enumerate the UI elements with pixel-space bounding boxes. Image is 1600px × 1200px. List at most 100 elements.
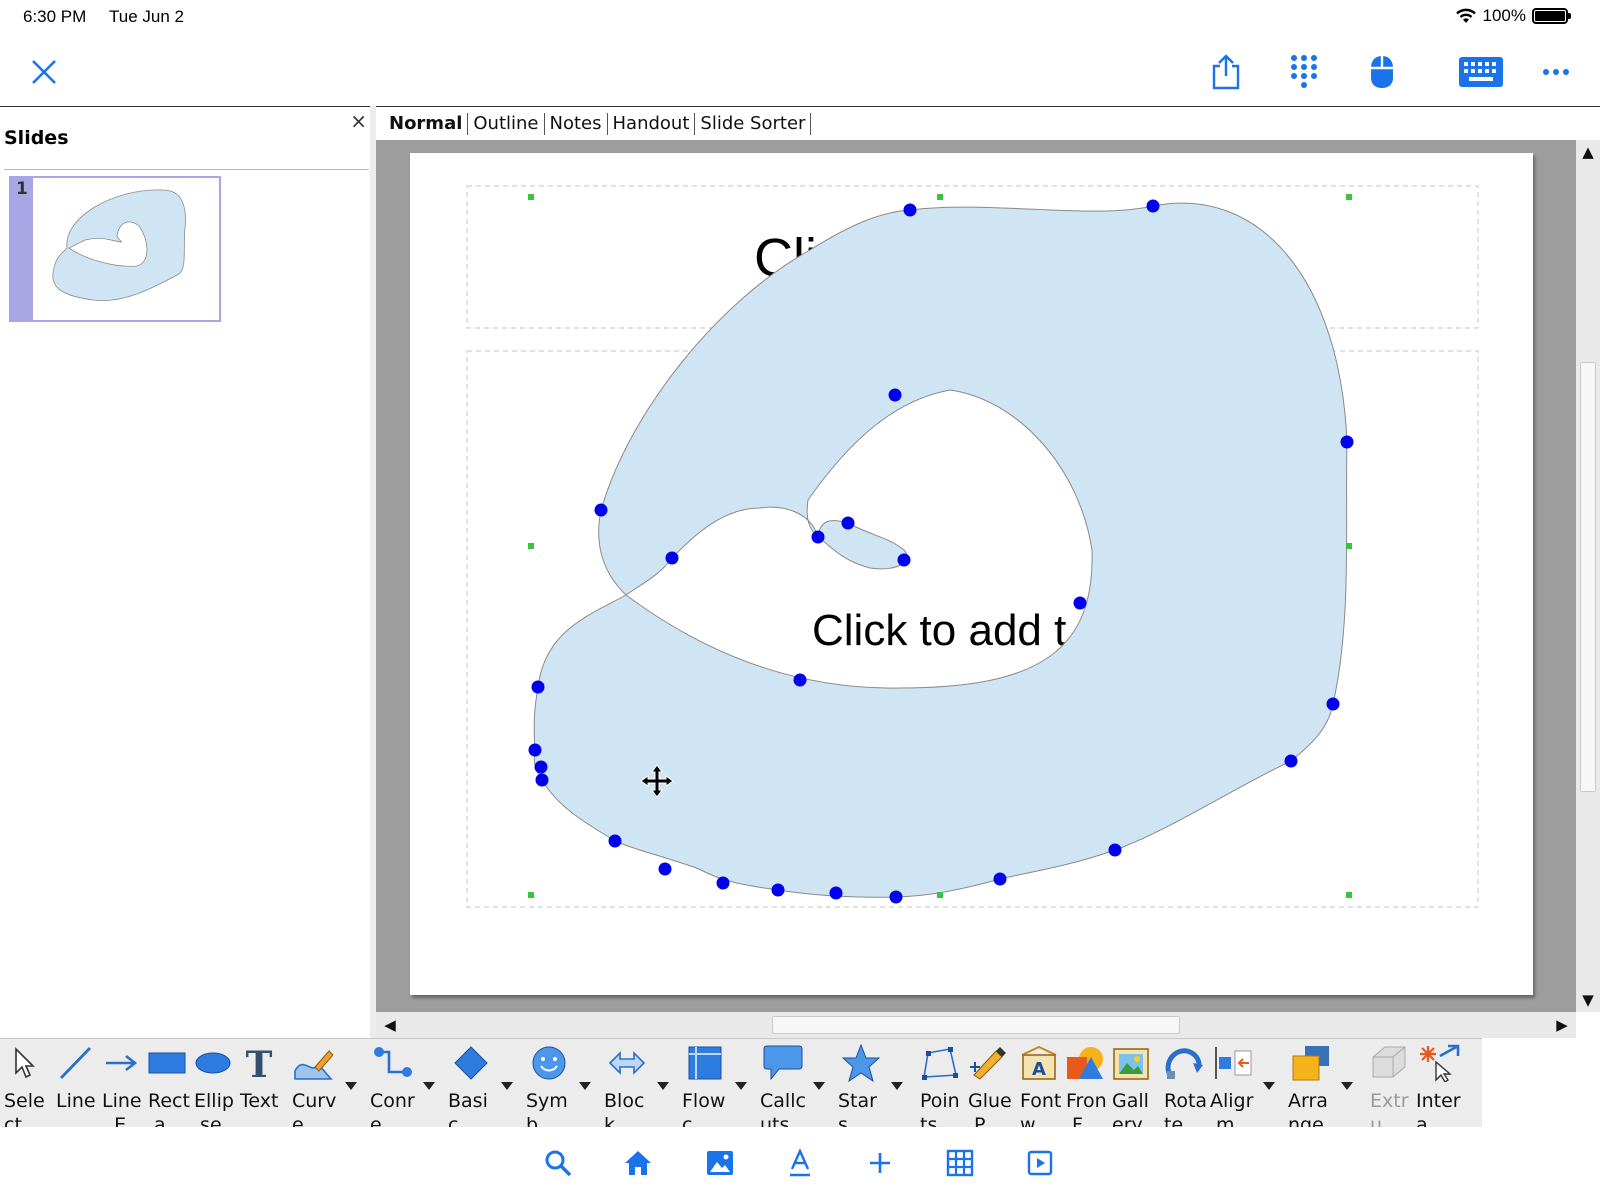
- tool-text[interactable]: T Text: [236, 1039, 282, 1128]
- slide-thumbnail[interactable]: 1: [9, 176, 221, 322]
- selection-handle[interactable]: [1346, 194, 1352, 200]
- callouts-dropdown[interactable]: [810, 1077, 828, 1095]
- edit-point[interactable]: [1108, 843, 1122, 857]
- search-button[interactable]: [540, 1145, 576, 1181]
- vertical-scrollbar[interactable]: ▲ ▼: [1576, 140, 1600, 1012]
- vertical-scroll-thumb[interactable]: [1580, 362, 1596, 792]
- scroll-down-icon[interactable]: ▼: [1578, 990, 1598, 1010]
- edit-point[interactable]: [829, 886, 843, 900]
- edit-point[interactable]: [665, 551, 679, 565]
- chevron-down-icon: [1341, 1082, 1353, 1090]
- slides-panel-close-icon[interactable]: ×: [350, 109, 367, 133]
- edit-point[interactable]: [534, 760, 548, 774]
- selection-handle[interactable]: [1346, 543, 1352, 549]
- edit-point[interactable]: [594, 503, 608, 517]
- edit-point[interactable]: [608, 834, 622, 848]
- table-button[interactable]: [942, 1145, 978, 1181]
- tool-stars[interactable]: Star s: [834, 1039, 888, 1136]
- share-button[interactable]: [1204, 50, 1248, 94]
- close-button[interactable]: [22, 50, 66, 94]
- tool-rectangle[interactable]: Rect a...: [144, 1039, 190, 1136]
- interaction-icon: [1420, 1044, 1460, 1082]
- rectangle-icon: [148, 1052, 186, 1074]
- symbol-shapes-dropdown[interactable]: [576, 1077, 594, 1095]
- tab-slide-sorter[interactable]: Slide Sorter: [695, 112, 812, 135]
- edit-point[interactable]: [811, 530, 825, 544]
- edit-point[interactable]: [771, 883, 785, 897]
- edit-point[interactable]: [993, 872, 1007, 886]
- stars-dropdown[interactable]: [888, 1077, 906, 1095]
- tool-flowchart[interactable]: Flow c...: [678, 1039, 732, 1136]
- scroll-left-icon[interactable]: ◀: [380, 1015, 400, 1035]
- selection-handle[interactable]: [937, 194, 943, 200]
- mouse-button[interactable]: [1360, 50, 1404, 94]
- edit-point[interactable]: [716, 876, 730, 890]
- selection-handle[interactable]: [528, 543, 534, 549]
- edit-point[interactable]: [528, 743, 542, 757]
- tool-block-arrows[interactable]: Bloc k ...: [600, 1039, 654, 1136]
- align-dropdown[interactable]: [1260, 1077, 1278, 1095]
- edit-point[interactable]: [841, 516, 855, 530]
- dialpad-button[interactable]: [1282, 50, 1326, 94]
- tool-arrange[interactable]: Arra nge: [1284, 1039, 1338, 1136]
- edit-point[interactable]: [1073, 596, 1087, 610]
- edit-point[interactable]: [1284, 754, 1298, 768]
- tool-ellipse[interactable]: Ellip se: [190, 1039, 236, 1136]
- selection-handle[interactable]: [528, 892, 534, 898]
- flowchart-dropdown[interactable]: [732, 1077, 750, 1095]
- tool-points[interactable]: Poin ts: [916, 1039, 964, 1136]
- more-button[interactable]: [1534, 50, 1578, 94]
- tool-line[interactable]: Line: [52, 1039, 98, 1128]
- slideshow-button[interactable]: [1022, 1145, 1058, 1181]
- curve-dropdown[interactable]: [342, 1077, 360, 1095]
- tool-callouts[interactable]: Callc uts: [756, 1039, 810, 1136]
- tool-symbol-shapes[interactable]: Sym b...: [522, 1039, 576, 1136]
- tool-line-ends[interactable]: Line E...: [98, 1039, 144, 1136]
- gallery-picture-icon: [1113, 1048, 1149, 1080]
- chevron-down-icon: [1263, 1082, 1275, 1090]
- tool-glue-points[interactable]: Glue P...: [964, 1039, 1012, 1136]
- edit-point[interactable]: [1326, 697, 1340, 711]
- scroll-up-icon[interactable]: ▲: [1578, 142, 1598, 162]
- edit-point[interactable]: [888, 388, 902, 402]
- tab-handout[interactable]: Handout: [608, 112, 696, 135]
- edit-point[interactable]: [535, 773, 549, 787]
- tool-select[interactable]: Sele ct: [0, 1039, 48, 1136]
- horizontal-scrollbar[interactable]: ◀ ▶: [376, 1012, 1576, 1038]
- tool-align[interactable]: Aligr m...: [1206, 1039, 1260, 1136]
- tool-basic-shapes[interactable]: Basi c ...: [444, 1039, 498, 1136]
- keyboard-button[interactable]: [1446, 50, 1516, 94]
- text-format-button[interactable]: [782, 1145, 818, 1181]
- selection-handle[interactable]: [528, 194, 534, 200]
- tab-normal[interactable]: Normal: [384, 112, 469, 135]
- edit-point[interactable]: [889, 890, 903, 904]
- edit-point[interactable]: [897, 553, 911, 567]
- edit-point[interactable]: [1340, 435, 1354, 449]
- image-button[interactable]: [702, 1145, 738, 1181]
- tab-outline[interactable]: Outline: [468, 112, 545, 135]
- scroll-right-icon[interactable]: ▶: [1552, 1015, 1572, 1035]
- tool-interaction[interactable]: Inter a...: [1412, 1039, 1466, 1136]
- tab-notes[interactable]: Notes: [545, 112, 608, 135]
- edit-point[interactable]: [793, 673, 807, 687]
- selection-handle[interactable]: [937, 892, 943, 898]
- edit-point[interactable]: [658, 862, 672, 876]
- edit-point[interactable]: [903, 203, 917, 217]
- tool-curve[interactable]: Curv e: [288, 1039, 338, 1136]
- arrange-dropdown[interactable]: [1338, 1077, 1356, 1095]
- horizontal-scroll-thumb[interactable]: [772, 1016, 1180, 1034]
- home-button[interactable]: [620, 1145, 656, 1181]
- edit-point[interactable]: [1146, 199, 1160, 213]
- block-arrows-dropdown[interactable]: [654, 1077, 672, 1095]
- tool-gallery[interactable]: Gall ery: [1108, 1039, 1154, 1136]
- tool-from-file[interactable]: Fron F...: [1062, 1039, 1108, 1136]
- tool-fontwork[interactable]: A Font w...: [1016, 1039, 1062, 1136]
- tool-connector[interactable]: Conr e...: [366, 1039, 420, 1136]
- add-button[interactable]: [862, 1145, 898, 1181]
- tool-rotate[interactable]: Rota te: [1160, 1039, 1207, 1136]
- edit-point[interactable]: [531, 680, 545, 694]
- basic-shapes-dropdown[interactable]: [498, 1077, 516, 1095]
- connector-dropdown[interactable]: [420, 1077, 438, 1095]
- slide-thumbnail-preview: [33, 178, 219, 320]
- selection-handle[interactable]: [1346, 892, 1352, 898]
